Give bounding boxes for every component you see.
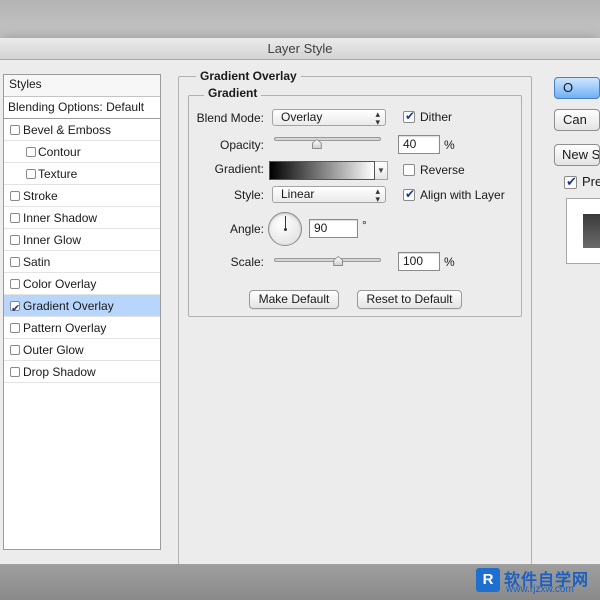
- preview-checkbox[interactable]: [564, 174, 577, 190]
- scale-unit: %: [444, 255, 455, 269]
- watermark-url: www.rjzxw.com: [506, 584, 574, 595]
- opacity-input[interactable]: 40: [398, 135, 440, 154]
- style-item-checkbox[interactable]: [10, 125, 20, 135]
- reset-to-default-button[interactable]: Reset to Default: [357, 290, 462, 309]
- align-with-layer-checkbox[interactable]: [403, 187, 415, 201]
- style-item-label: Color Overlay: [23, 277, 97, 291]
- style-item-checkbox[interactable]: [10, 345, 20, 355]
- desktop-background-top: [0, 0, 600, 38]
- select-arrows-icon: ▴ ▾: [375, 186, 380, 204]
- style-item-checkbox[interactable]: [26, 169, 36, 179]
- style-item-label: Drop Shadow: [23, 365, 96, 379]
- style-item-label: Gradient Overlay: [23, 299, 114, 313]
- window-title: Layer Style: [267, 41, 333, 56]
- style-item-checkbox[interactable]: [26, 147, 36, 157]
- layer-style-dialog: Layer Style Styles Blending Options: Def…: [0, 38, 600, 590]
- style-item-label: Texture: [38, 167, 78, 181]
- dither-checkbox[interactable]: [403, 109, 415, 123]
- style-item-checkbox[interactable]: [10, 213, 20, 223]
- watermark-logo: R: [476, 568, 500, 592]
- style-item[interactable]: Bevel & Emboss: [4, 119, 160, 141]
- gradient-label: Gradient:: [214, 162, 264, 176]
- opacity-slider-track[interactable]: [274, 137, 381, 141]
- subgroup-title: Gradient: [204, 86, 262, 100]
- reverse-label: Reverse: [420, 163, 465, 177]
- blending-options-item[interactable]: Blending Options: Default: [4, 97, 160, 119]
- preview-swatch: [583, 214, 600, 248]
- window-titlebar[interactable]: Layer Style: [0, 38, 600, 60]
- style-item-checkbox[interactable]: [10, 323, 20, 333]
- style-item-label: Pattern Overlay: [23, 321, 107, 335]
- reverse-checkbox[interactable]: [403, 164, 415, 176]
- angle-input[interactable]: 90: [309, 219, 358, 238]
- angle-dial[interactable]: [268, 212, 302, 246]
- scale-input[interactable]: 100: [398, 252, 440, 271]
- style-item-label: Inner Shadow: [23, 211, 98, 225]
- style-item[interactable]: Texture: [4, 163, 160, 185]
- style-item[interactable]: Pattern Overlay: [4, 317, 160, 339]
- style-item-label: Outer Glow: [23, 343, 84, 357]
- style-item[interactable]: Drop Shadow: [4, 361, 160, 383]
- style-select[interactable]: Linear ▴ ▾: [272, 186, 386, 204]
- style-item-checkbox[interactable]: [10, 367, 20, 377]
- style-label: Style:: [233, 188, 264, 202]
- gradient-subgroup: [188, 95, 522, 317]
- select-arrows-icon: ▴ ▾: [375, 109, 380, 127]
- style-item[interactable]: Inner Shadow: [4, 207, 160, 229]
- make-default-button[interactable]: Make Default: [249, 290, 339, 309]
- styles-list-panel: Styles Blending Options: Default Bevel &…: [3, 74, 161, 550]
- style-item-label: Bevel & Emboss: [23, 123, 112, 137]
- style-item-checkbox[interactable]: [10, 298, 20, 320]
- style-item-checkbox[interactable]: [10, 235, 20, 245]
- style-item-label: Inner Glow: [23, 233, 82, 247]
- style-item[interactable]: Gradient Overlay: [4, 295, 160, 320]
- blend-mode-label: Blend Mode:: [196, 111, 264, 125]
- style-item-label: Contour: [38, 145, 81, 159]
- opacity-label: Opacity:: [219, 138, 264, 152]
- style-item[interactable]: Stroke: [4, 185, 160, 207]
- style-item[interactable]: Inner Glow: [4, 229, 160, 251]
- group-title: Gradient Overlay: [196, 69, 301, 83]
- blend-mode-value: Overlay: [281, 110, 323, 124]
- ok-button[interactable]: O: [554, 77, 600, 99]
- new-style-button[interactable]: New S: [554, 144, 600, 166]
- gradient-dropdown-icon[interactable]: ▼: [375, 161, 388, 180]
- style-item-checkbox[interactable]: [10, 191, 20, 201]
- scale-slider-track[interactable]: [274, 258, 381, 262]
- align-with-layer-label: Align with Layer: [420, 188, 505, 202]
- style-item[interactable]: Color Overlay: [4, 273, 160, 295]
- style-item[interactable]: Outer Glow: [4, 339, 160, 361]
- angle-unit: °: [362, 218, 367, 232]
- style-item[interactable]: Contour: [4, 141, 160, 163]
- cancel-button[interactable]: Can: [554, 109, 600, 131]
- style-item-checkbox[interactable]: [10, 279, 20, 289]
- styles-header[interactable]: Styles: [4, 75, 160, 97]
- style-preview-thumbnail: [566, 198, 600, 264]
- angle-center-icon: [284, 228, 287, 231]
- blend-mode-select[interactable]: Overlay ▴ ▾: [272, 109, 386, 127]
- gradient-swatch[interactable]: [269, 161, 375, 180]
- angle-label: Angle:: [229, 222, 264, 236]
- preview-label: Pre: [582, 174, 600, 189]
- style-item-label: Satin: [23, 255, 51, 269]
- dither-label: Dither: [420, 110, 453, 124]
- style-item-checkbox[interactable]: [10, 257, 20, 267]
- preview-checkbox-row[interactable]: Pre: [564, 174, 600, 191]
- style-items-list: Bevel & Emboss Contour Texture Stroke Inner …: [4, 119, 160, 383]
- scale-label: Scale:: [230, 255, 264, 269]
- style-item-label: Stroke: [23, 189, 58, 203]
- style-item[interactable]: Satin: [4, 251, 160, 273]
- opacity-unit: %: [444, 138, 455, 152]
- site-watermark: R 软件自学网 www.rjzxw.com: [476, 566, 600, 596]
- style-value: Linear: [281, 187, 315, 201]
